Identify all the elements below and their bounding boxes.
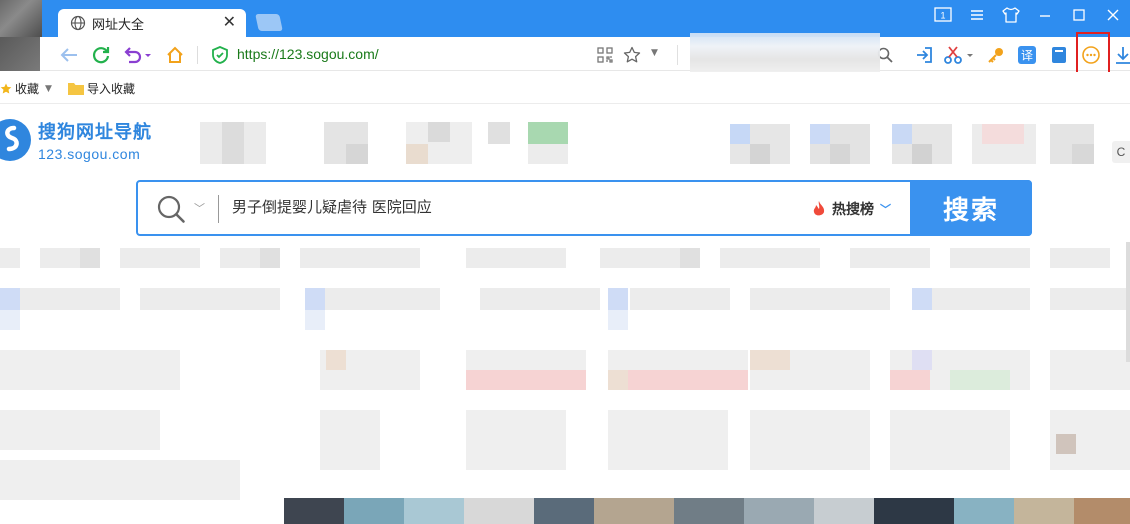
flame-icon xyxy=(813,201,825,216)
tab-count-icon[interactable]: 1 xyxy=(926,0,960,30)
search-button[interactable]: 搜索 xyxy=(910,180,1032,236)
toolbar: https://123.sogou.com/ ▼ 译 xyxy=(0,37,1130,71)
logo-domain: 123.sogou.com xyxy=(38,146,141,162)
undo-close-icon[interactable] xyxy=(122,44,152,66)
svg-text:1: 1 xyxy=(940,11,945,21)
qr-code-icon[interactable] xyxy=(597,47,613,63)
window-controls: 1 xyxy=(926,0,1130,30)
close-tab-icon[interactable]: ✕ xyxy=(223,14,236,30)
bookmark-import[interactable]: 导入收藏 xyxy=(68,80,135,97)
minimize-icon[interactable] xyxy=(1028,0,1062,30)
back-icon[interactable] xyxy=(58,44,80,66)
title-bar: 网址大全 ✕ 1 xyxy=(0,0,1130,37)
divider xyxy=(677,45,678,65)
side-tab[interactable]: C xyxy=(1112,141,1130,163)
star-bookmark-icon[interactable] xyxy=(623,46,641,64)
maximize-icon[interactable] xyxy=(1062,0,1096,30)
menu-icon[interactable] xyxy=(960,0,994,30)
download-icon[interactable] xyxy=(1112,44,1130,66)
home-icon[interactable] xyxy=(164,44,186,66)
chevron-down-icon[interactable]: ﹀ xyxy=(194,200,205,216)
secure-shield-icon xyxy=(212,46,228,64)
caret-down-icon: ▼ xyxy=(45,83,52,94)
user-avatar[interactable] xyxy=(0,37,40,71)
bookmark-label: 收藏 xyxy=(15,82,40,96)
divider xyxy=(197,46,198,64)
new-tab-button[interactable] xyxy=(255,14,283,31)
bookmarks-bar: 收藏 ▼ 导入收藏 xyxy=(0,72,1130,104)
key-icon[interactable] xyxy=(985,44,1007,66)
hot-search-dropdown[interactable]: 热搜榜 ﹀ xyxy=(812,199,891,219)
browser-logo[interactable] xyxy=(0,0,42,37)
scissors-screenshot-icon[interactable] xyxy=(943,44,975,66)
tab-title: 网址大全 xyxy=(92,17,145,33)
search-icon[interactable] xyxy=(156,194,186,224)
search-input[interactable]: 男子倒提婴儿疑虐待 医院回应 xyxy=(232,196,772,217)
reader-icon[interactable] xyxy=(1048,44,1070,66)
hot-search-label: 热搜榜 xyxy=(832,202,874,218)
star-icon xyxy=(0,83,12,93)
skin-icon[interactable] xyxy=(994,0,1028,30)
pixelated-area xyxy=(200,122,568,164)
login-icon[interactable] xyxy=(913,44,935,66)
blurred-region xyxy=(178,104,586,178)
site-logo[interactable]: 搜狗网址导航 123.sogou.com xyxy=(0,118,152,162)
url-text[interactable]: https://123.sogou.com/ xyxy=(237,46,379,62)
chevron-down-icon[interactable]: ▼ xyxy=(651,48,658,58)
globe-icon xyxy=(70,15,86,31)
sogou-logo-icon xyxy=(0,119,31,161)
favorites-menu[interactable]: 收藏 ▼ xyxy=(0,80,52,97)
bookmark-label: 导入收藏 xyxy=(87,82,136,96)
refresh-icon[interactable] xyxy=(90,44,112,66)
svg-text:译: 译 xyxy=(1021,49,1033,63)
search-box: ﹀ 男子倒提婴儿疑虐待 医院回应 热搜榜 ﹀ 搜索 xyxy=(136,180,1032,236)
divider xyxy=(218,195,219,223)
close-window-icon[interactable] xyxy=(1096,0,1130,30)
blurred-region xyxy=(720,112,1120,172)
chevron-down-icon: ﹀ xyxy=(880,203,891,216)
logo-name: 搜狗网址导航 xyxy=(38,122,152,143)
folder-icon xyxy=(68,83,84,95)
blurred-region xyxy=(0,242,1130,524)
translate-icon[interactable]: 译 xyxy=(1016,44,1038,66)
tab-active[interactable]: 网址大全 ✕ xyxy=(58,9,246,37)
page-content: 搜狗网址导航 123.sogou.com C ﹀ 男子倒提婴儿疑虐待 医院回应 … xyxy=(0,104,1130,524)
blurred-region xyxy=(690,33,880,77)
